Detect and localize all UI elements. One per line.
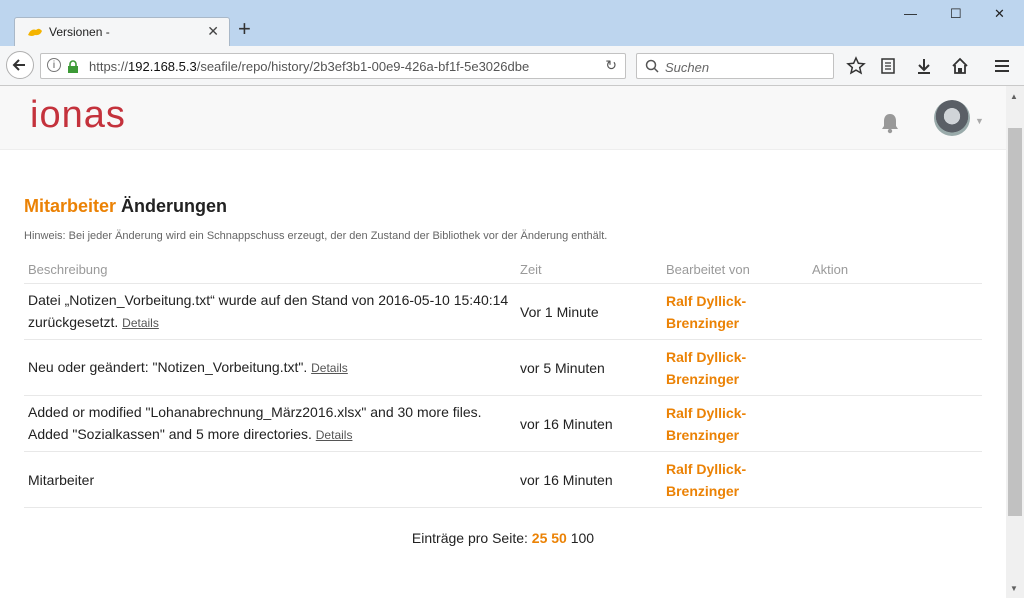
tab-title: Versionen -	[49, 25, 110, 39]
page-title: Mitarbeiter Änderungen	[24, 196, 227, 217]
new-tab-icon[interactable]: +	[238, 18, 251, 40]
search-bar[interactable]	[636, 53, 834, 79]
back-button[interactable]	[6, 51, 34, 79]
scroll-thumb[interactable]	[1008, 128, 1022, 516]
row-action	[808, 395, 982, 452]
details-link[interactable]: Details	[122, 316, 159, 330]
row-description: Mitarbeiter	[24, 451, 516, 508]
row-time: Vor 1 Minute	[516, 283, 662, 340]
scroll-up-icon[interactable]: ▲	[1010, 92, 1018, 101]
table-row: Mitarbeiter vor 16 Minuten Ralf Dyllick-…	[24, 451, 982, 508]
details-link[interactable]: Details	[311, 361, 348, 375]
hint-text: Hinweis: Bei jeder Änderung wird ein Sch…	[24, 230, 608, 242]
table-row: Added or modified "Lohanabrechnung_März2…	[24, 395, 982, 452]
window-close-icon[interactable]: ✕	[994, 6, 1005, 22]
row-action	[808, 339, 982, 396]
row-description: Datei „Notizen_Vorbeitung.txt“ wurde auf…	[24, 283, 516, 340]
table-header-row: Beschreibung Zeit Bearbeitet von Aktion	[24, 255, 982, 284]
download-icon[interactable]	[914, 56, 934, 76]
row-description: Neu oder geändert: "Notizen_Vorbeitung.t…	[24, 339, 516, 396]
pager-option-25[interactable]: 25	[532, 530, 548, 546]
notification-bell-icon[interactable]	[880, 112, 900, 134]
row-editor-link[interactable]: Ralf Dyllick-Brenzinger	[662, 339, 808, 396]
menu-icon[interactable]	[992, 56, 1012, 76]
browser-tab[interactable]: Versionen - ✕	[14, 17, 230, 46]
seafile-favicon-icon	[28, 28, 42, 36]
row-time: vor 16 Minuten	[516, 395, 662, 452]
table-row: Neu oder geändert: "Notizen_Vorbeitung.t…	[24, 339, 982, 396]
reload-icon[interactable]: ↻	[605, 57, 617, 74]
column-header-time: Zeit	[516, 255, 662, 284]
browser-navbar: i https://192.168.5.3/seafile/repo/histo…	[0, 46, 1024, 86]
title-suffix: Änderungen	[121, 196, 228, 216]
tab-close-icon[interactable]: ✕	[207, 23, 219, 40]
row-description: Added or modified "Lohanabrechnung_März2…	[24, 395, 516, 452]
home-icon[interactable]	[950, 56, 970, 76]
row-action	[808, 451, 982, 508]
site-header: ionas ▼	[0, 86, 1006, 150]
window-titlebar: Versionen - ✕ + — ☐ ✕	[0, 0, 1024, 46]
column-header-action: Aktion	[808, 255, 982, 284]
row-time: vor 16 Minuten	[516, 451, 662, 508]
maximize-icon[interactable]: ☐	[950, 6, 962, 22]
pagination: Einträge pro Seite: 25 50 100	[0, 530, 1006, 546]
history-table: Beschreibung Zeit Bearbeitet von Aktion …	[24, 255, 982, 508]
ionas-logo[interactable]: ionas	[30, 94, 126, 137]
details-link[interactable]: Details	[316, 428, 353, 442]
minimize-icon[interactable]: —	[904, 6, 917, 21]
back-arrow-icon	[12, 59, 25, 71]
search-input[interactable]	[663, 57, 827, 77]
table-row: Datei „Notizen_Vorbeitung.txt“ wurde auf…	[24, 283, 982, 340]
column-header-editor: Bearbeitet von	[662, 255, 808, 284]
url-bar[interactable]: i https://192.168.5.3/seafile/repo/histo…	[40, 53, 626, 79]
bookmark-star-icon[interactable]	[846, 56, 866, 76]
row-action	[808, 283, 982, 340]
row-editor-link[interactable]: Ralf Dyllick-Brenzinger	[662, 395, 808, 452]
row-time: vor 5 Minuten	[516, 339, 662, 396]
search-icon	[645, 59, 659, 73]
lock-icon	[68, 60, 78, 73]
scroll-down-icon[interactable]: ▼	[1010, 584, 1018, 593]
row-editor-link[interactable]: Ralf Dyllick-Brenzinger	[662, 451, 808, 508]
repo-name-link[interactable]: Mitarbeiter	[24, 196, 116, 216]
info-icon[interactable]: i	[47, 58, 61, 72]
pager-option-100[interactable]: 100	[571, 530, 594, 546]
pager-label: Einträge pro Seite:	[411, 530, 528, 546]
page-scrollbar[interactable]: ▲ ▼	[1006, 86, 1024, 598]
row-editor-link[interactable]: Ralf Dyllick-Brenzinger	[662, 283, 808, 340]
chevron-down-icon[interactable]: ▼	[975, 116, 984, 126]
avatar[interactable]	[934, 100, 970, 136]
column-header-description: Beschreibung	[24, 255, 516, 284]
url-text: https://192.168.5.3/seafile/repo/history…	[89, 59, 530, 74]
pager-option-50[interactable]: 50	[551, 530, 567, 546]
reading-list-icon[interactable]	[878, 56, 898, 76]
